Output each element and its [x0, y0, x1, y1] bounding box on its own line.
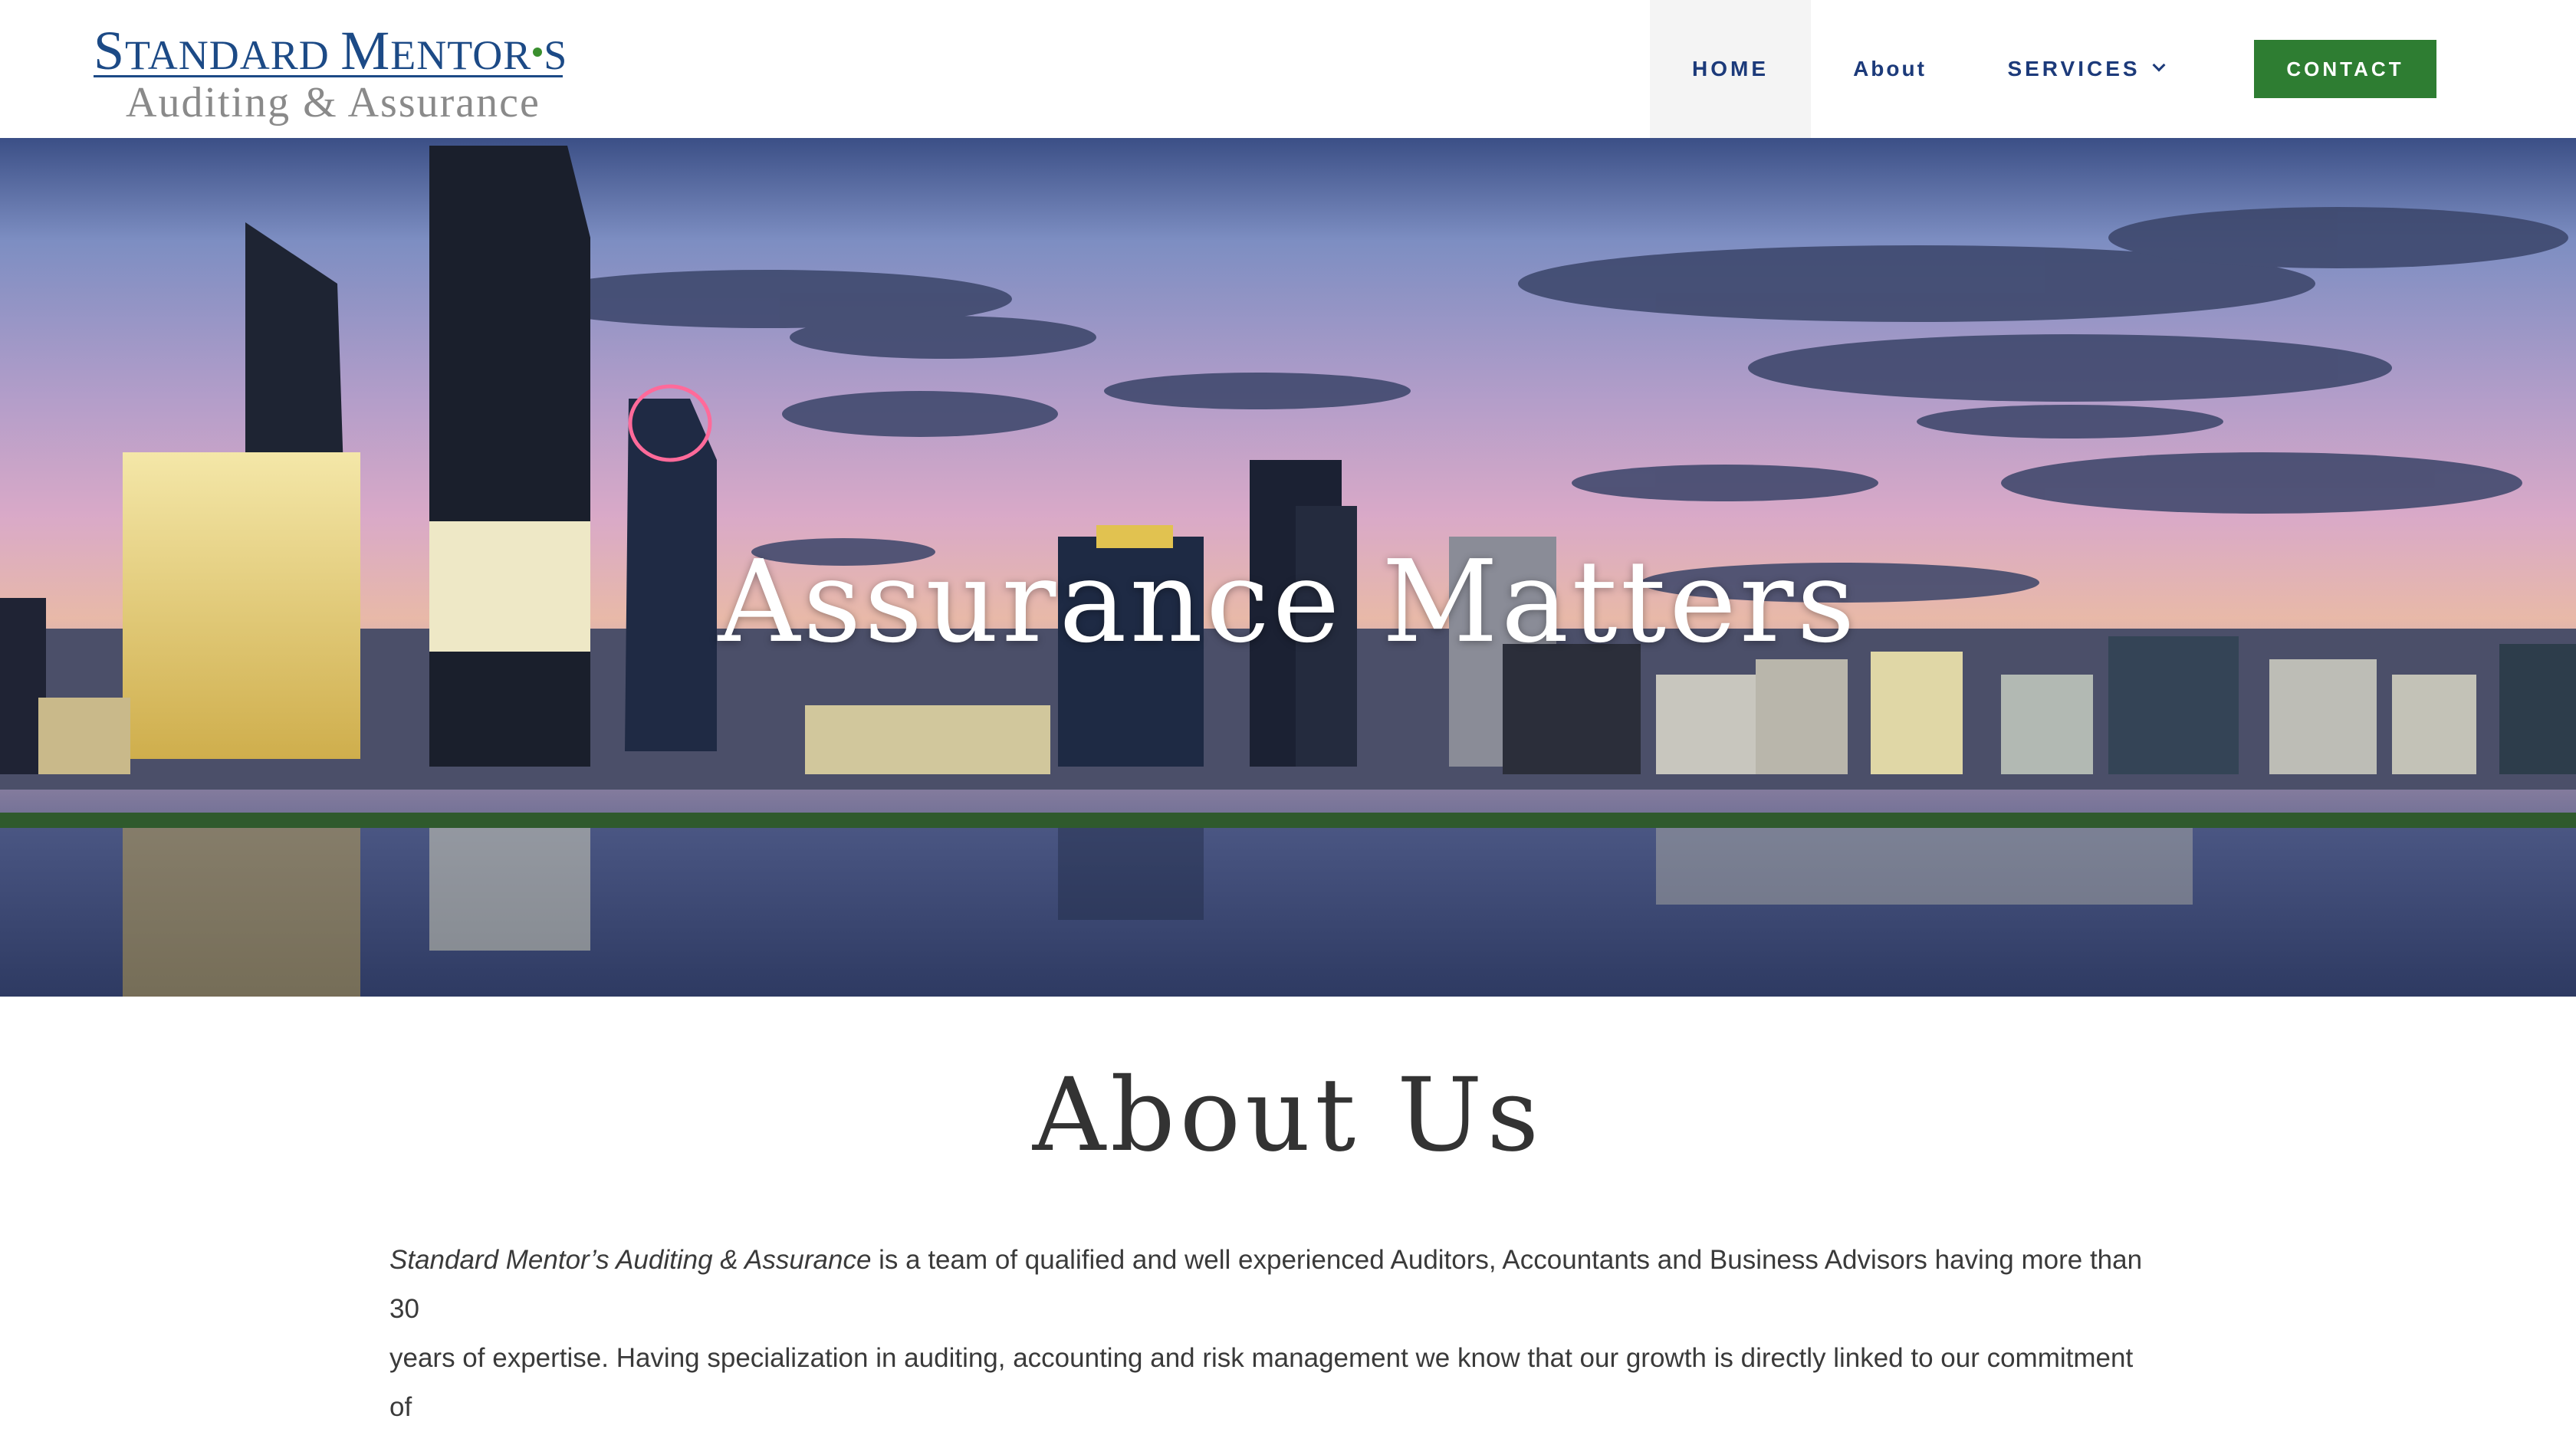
- site-header: STANDARD MENTOR S Auditing & Assurance HO…: [0, 0, 2576, 138]
- hero-title: Assurance Matters: [718, 536, 1858, 668]
- hero-banner: Assurance Matters: [0, 138, 2576, 997]
- nav-home[interactable]: HOME: [1650, 0, 1811, 138]
- chevron-down-icon: [2152, 58, 2166, 72]
- company-name: Standard Mentor’s Auditing & Assurance: [389, 1245, 872, 1275]
- nav-about-label: About: [1853, 57, 1927, 80]
- site-logo[interactable]: STANDARD MENTOR S Auditing & Assurance: [94, 20, 569, 126]
- nav-about[interactable]: About: [1825, 0, 1955, 138]
- contact-button[interactable]: CONTACT: [2254, 40, 2436, 98]
- about-heading: About Us: [1032, 1056, 1544, 1174]
- logo-dot: [533, 48, 543, 57]
- nav-services-label: SERVICES: [2007, 57, 2141, 80]
- nav-home-label: HOME: [1692, 57, 1769, 80]
- logo-wordmark: STANDARD MENTOR S: [94, 20, 568, 81]
- about-text-line2: years of expertise. Having specializatio…: [389, 1343, 2134, 1422]
- logo-tagline: Auditing & Assurance: [126, 79, 540, 126]
- contact-button-label: CONTACT: [2286, 57, 2404, 80]
- logo-underline: [94, 75, 563, 77]
- about-paragraph: Standard Mentor’s Auditing & Assurance i…: [389, 1236, 2153, 1432]
- nav-services[interactable]: SERVICES: [1993, 0, 2177, 138]
